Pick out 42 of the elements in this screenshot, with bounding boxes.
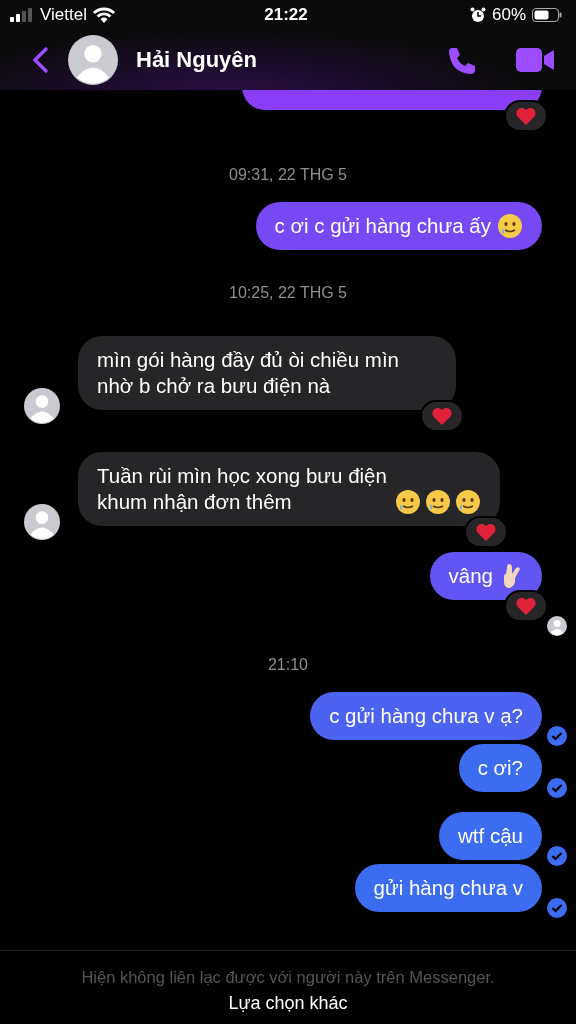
other-options-link[interactable]: Lựa chọn khác [228, 993, 348, 1014]
message-text: c ơi? [477, 755, 523, 781]
crying-smile-icon [455, 489, 481, 515]
timestamp: 10:25, 22 THG 5 [229, 284, 347, 302]
message-text: Tuần rùi mìn học xong bưu điện khum nhận đơn thêm [97, 463, 388, 515]
call-button[interactable] [446, 45, 476, 75]
message-text: gửi hàng chưa v [373, 875, 523, 901]
message-text: c ơi c gửi hàng chưa ấy [274, 213, 491, 239]
heart-icon [431, 406, 453, 426]
crying-smile-icon [497, 213, 523, 239]
heart-icon [475, 522, 497, 542]
back-button[interactable] [30, 46, 50, 74]
wifi-icon [92, 7, 115, 23]
message-text: vâng [448, 563, 493, 589]
avatar-icon [24, 504, 60, 540]
signal-icon [10, 8, 34, 22]
video-camera-icon [516, 47, 554, 73]
avatar-icon [24, 388, 60, 424]
message-text: mìn gói hàng đầy đủ òi chiều mìn nhờ b chở ra bưu điện nà [97, 347, 400, 399]
reaction-badge[interactable] [420, 400, 464, 432]
battery-icon [532, 8, 562, 22]
message-text: c gửi hàng chưa v ạ? [329, 703, 523, 729]
video-call-button[interactable] [516, 47, 554, 73]
reaction-badge[interactable] [504, 100, 548, 132]
reaction-badge[interactable] [464, 516, 508, 548]
heart-icon [515, 596, 537, 616]
reaction-badge[interactable] [504, 590, 548, 622]
crying-smile-icon [425, 489, 451, 515]
avatar-icon [68, 35, 118, 85]
clock-time: 21:22 [264, 5, 308, 25]
carrier-name: Viettel [40, 5, 87, 25]
crying-smile-icon [395, 489, 421, 515]
contact-name: Hải Nguyên [136, 47, 259, 73]
heart-icon [515, 106, 537, 126]
unavailable-notice: Hiện không liên lạc được với người này trên Messenger. [81, 968, 495, 987]
battery-percent: 60% [492, 5, 526, 25]
phone-icon [446, 45, 476, 75]
timestamp: 09:31, 22 THG 5 [229, 166, 347, 184]
timestamp: 21:10 [267, 656, 308, 674]
message-text: wtf cậu [458, 823, 523, 849]
alarm-icon [470, 7, 486, 23]
back-icon [30, 46, 50, 74]
